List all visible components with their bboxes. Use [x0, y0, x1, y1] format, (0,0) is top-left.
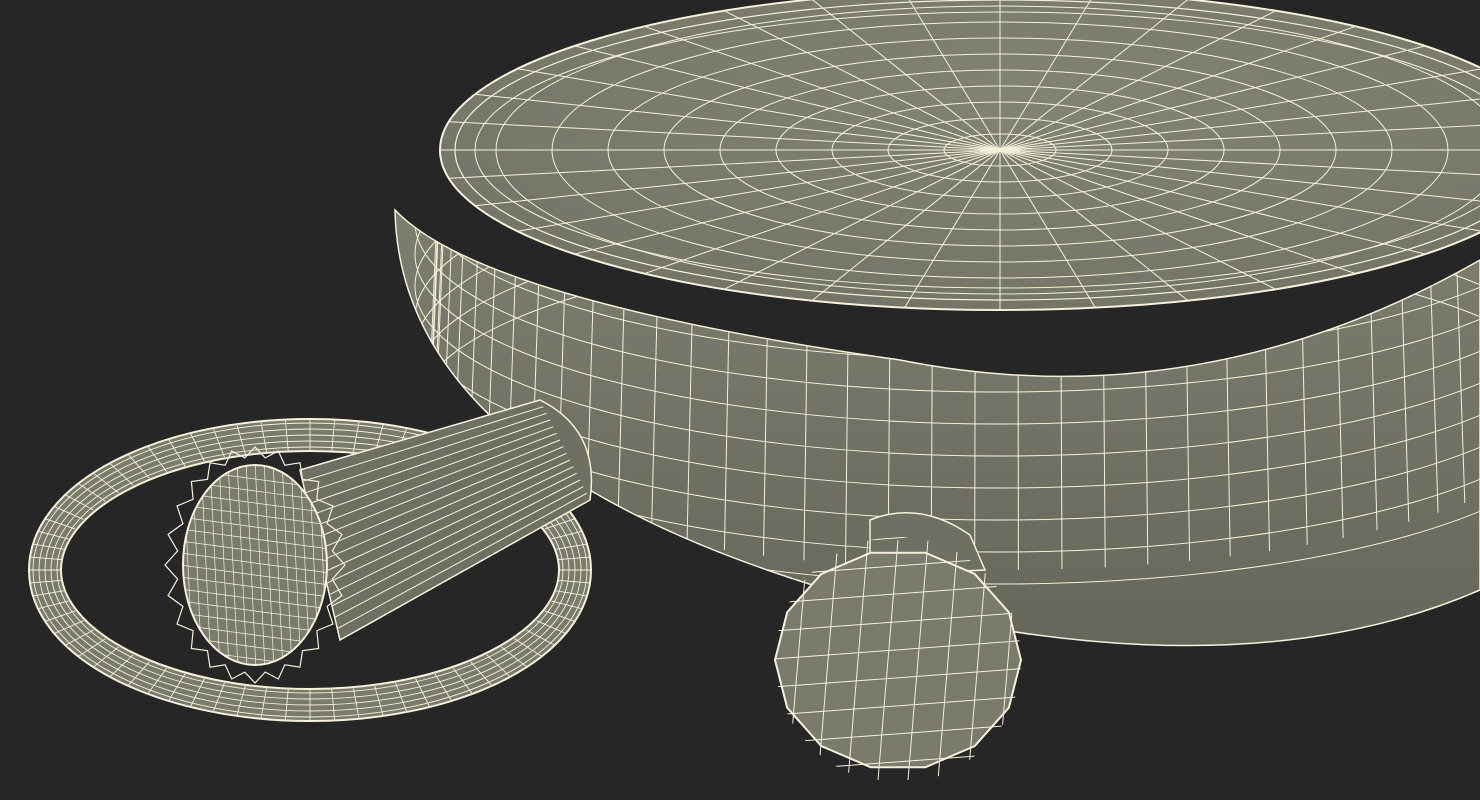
wireframe-scene [0, 0, 1480, 800]
render-viewport [0, 0, 1480, 800]
